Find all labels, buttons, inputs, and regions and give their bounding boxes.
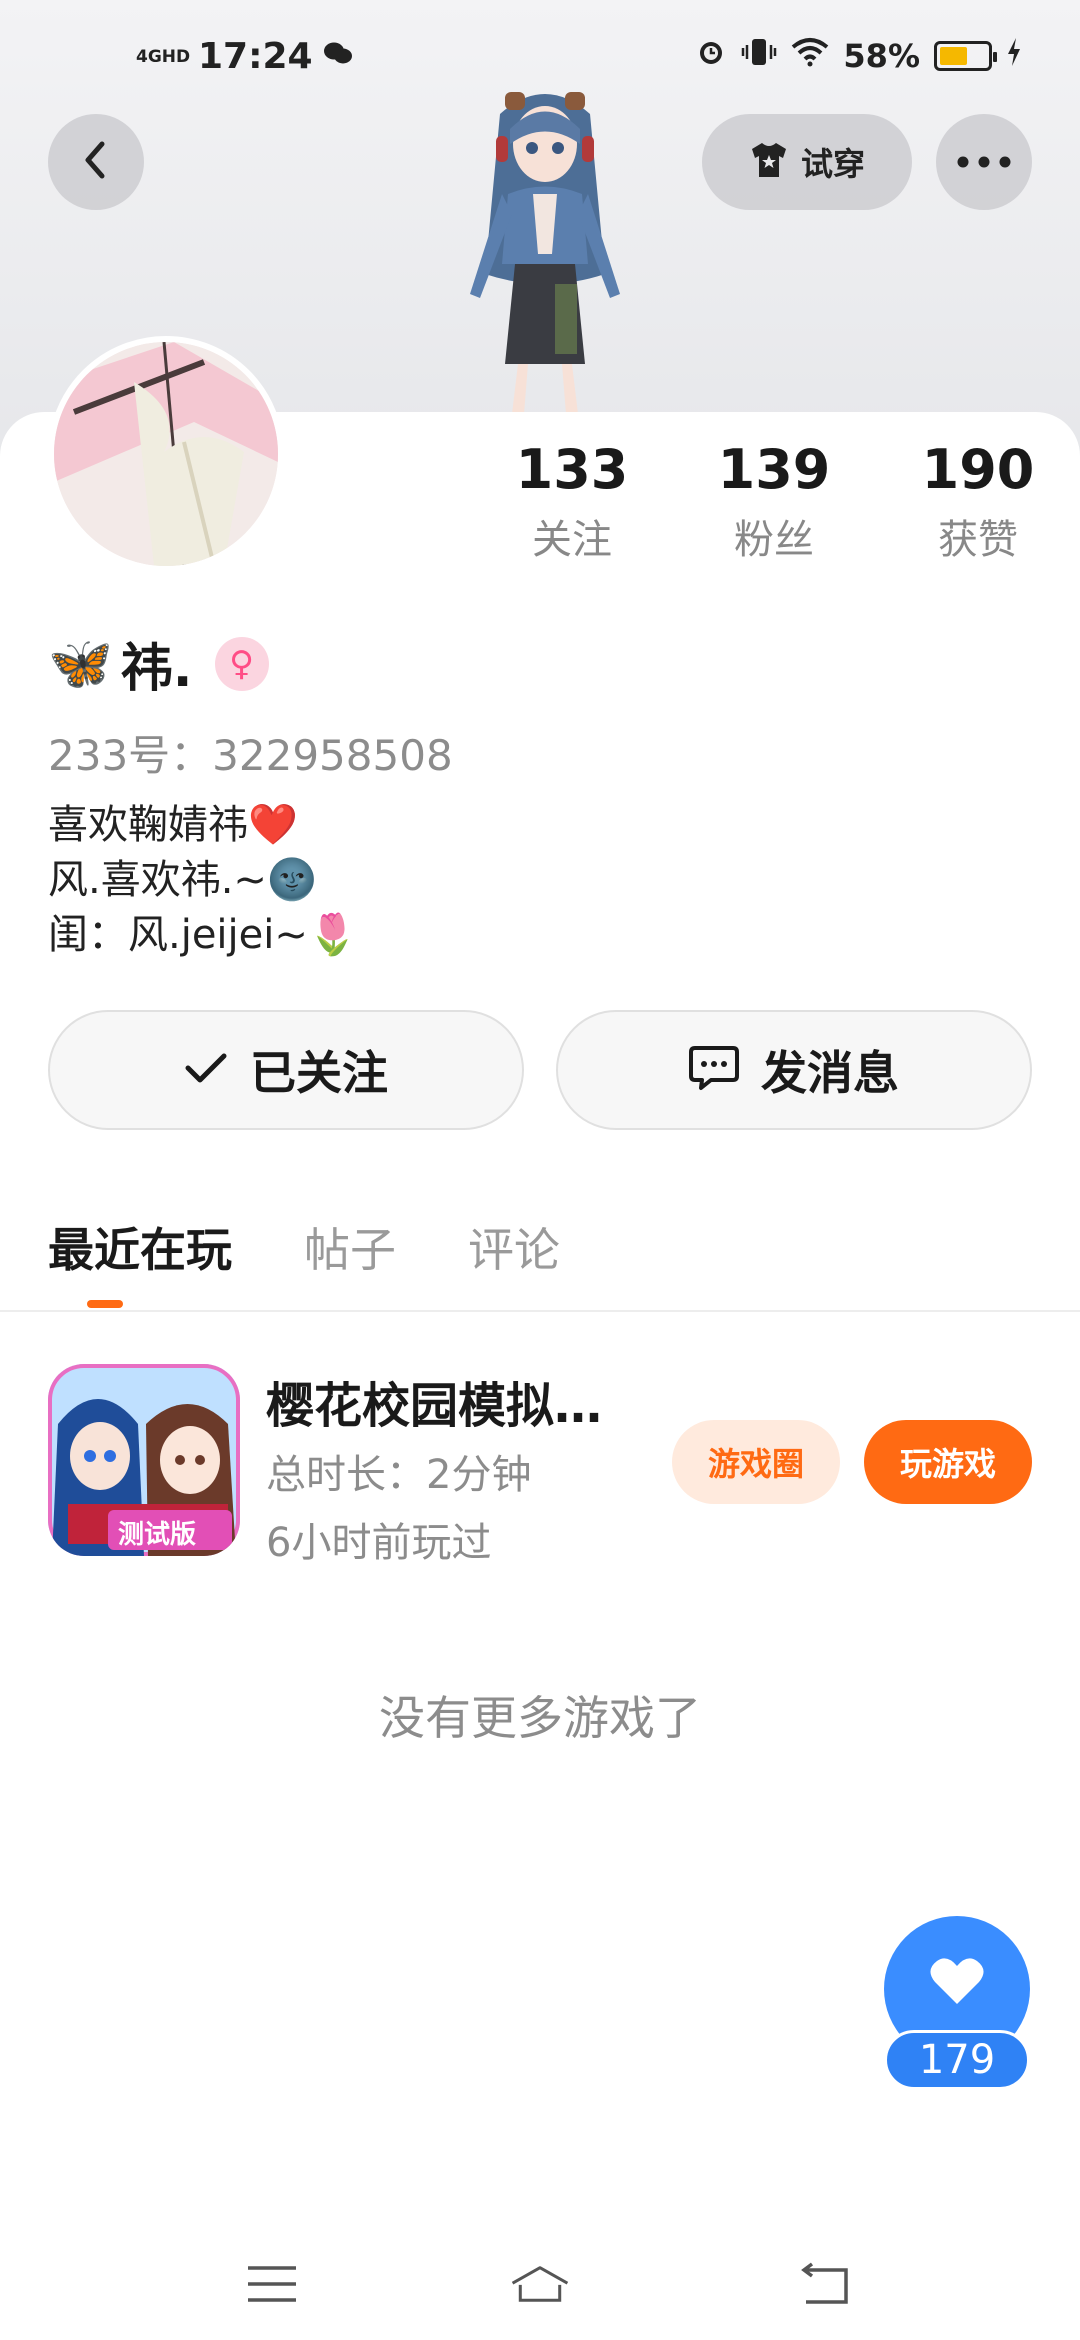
user-id[interactable]: 233号：322958508: [48, 722, 453, 783]
game-icon[interactable]: 测试版: [48, 1364, 240, 1556]
no-more-games-text: 没有更多游戏了: [379, 1691, 701, 1745]
profile-name: 祎.: [120, 639, 193, 699]
game-circle-button[interactable]: 游戏圈: [672, 1420, 840, 1504]
menu-icon[interactable]: [242, 2254, 302, 2314]
heart-icon: [929, 1956, 985, 2010]
checkmark-icon: [184, 1051, 228, 1089]
try-on-button[interactable]: 试穿: [702, 114, 912, 210]
stat-likes[interactable]: 190 获赞: [888, 438, 1068, 565]
send-message-button[interactable]: 发消息: [556, 1010, 1032, 1130]
game-title: 樱花校园模拟…: [266, 1378, 603, 1434]
bio-line: 喜欢鞠婧祎❤️: [48, 802, 298, 848]
vibrate-icon: [741, 36, 777, 76]
game-last-played: 6小时前玩过: [266, 1520, 492, 1566]
active-tab-indicator: [87, 1300, 123, 1308]
bio-line: 风.喜欢祎.~🌚: [48, 857, 317, 903]
network-indicator: 4GHD: [136, 46, 191, 67]
tabs-divider: [0, 1310, 1080, 1312]
try-on-label: 试穿: [800, 145, 865, 183]
stat-likes-value: 190: [921, 438, 1035, 501]
profile-stats: 133 关注 139 粉丝 190 获赞: [480, 438, 1080, 578]
stat-following-value: 133: [515, 438, 629, 501]
battery-icon: [934, 41, 997, 71]
tshirt-icon: [749, 141, 789, 183]
charging-icon: [1006, 37, 1022, 75]
alarm-icon: [695, 36, 727, 76]
stat-followers[interactable]: 139 粉丝: [684, 438, 864, 565]
stat-following-label: 关注: [532, 517, 612, 563]
play-game-button[interactable]: 玩游戏: [864, 1420, 1032, 1504]
followed-label: 已关注: [250, 1046, 388, 1100]
profile-name-row: 🦋 祎. ♀: [48, 626, 269, 701]
battery-percent: 58%: [843, 37, 920, 75]
game-list-item[interactable]: 测试版 樱花校园模拟… 总时长：2分钟 6小时前玩过 游戏圈 玩游戏: [48, 1364, 1038, 1566]
bio-line: 闺：风.jeijei~🌷: [48, 912, 358, 958]
like-count: 179: [884, 2030, 1030, 2090]
followed-button[interactable]: 已关注: [48, 1010, 524, 1130]
game-duration: 总时长：2分钟: [266, 1452, 532, 1498]
stat-followers-label: 粉丝: [734, 517, 814, 563]
stat-following[interactable]: 133 关注: [482, 438, 662, 565]
tab-comments[interactable]: 评论: [468, 1214, 560, 1304]
more-options-button[interactable]: [936, 114, 1032, 210]
female-gender-icon: ♀: [214, 636, 269, 691]
wifi-icon: [791, 37, 829, 75]
profile-tabs: 最近在玩 帖子 评论: [48, 1214, 560, 1304]
avatar-3d-figure[interactable]: [430, 84, 660, 414]
game-icon-badge: 测试版: [118, 1520, 197, 1550]
back-nav-icon[interactable]: [794, 2254, 854, 2314]
home-icon[interactable]: [510, 2254, 570, 2314]
profile-bio: 喜欢鞠婧祎❤️ 风.喜欢祎.~🌚 闺：风.jeijei~🌷: [48, 798, 358, 963]
stat-likes-label: 获赞: [938, 517, 1018, 563]
tab-recently-played[interactable]: 最近在玩: [48, 1214, 232, 1304]
system-nav-bar: [0, 2230, 1080, 2340]
avatar[interactable]: [48, 336, 284, 572]
name-emoji: 🦋: [48, 634, 113, 694]
chat-bubble-icon: [689, 1044, 739, 1096]
status-time: 17:24: [198, 36, 313, 77]
tab-posts[interactable]: 帖子: [304, 1214, 396, 1304]
stat-followers-value: 139: [717, 438, 831, 501]
more-dots-icon: [957, 153, 1011, 172]
wechat-icon: [323, 40, 353, 73]
send-message-label: 发消息: [761, 1046, 899, 1100]
chevron-left-icon: [80, 140, 112, 184]
back-button[interactable]: [48, 114, 144, 210]
